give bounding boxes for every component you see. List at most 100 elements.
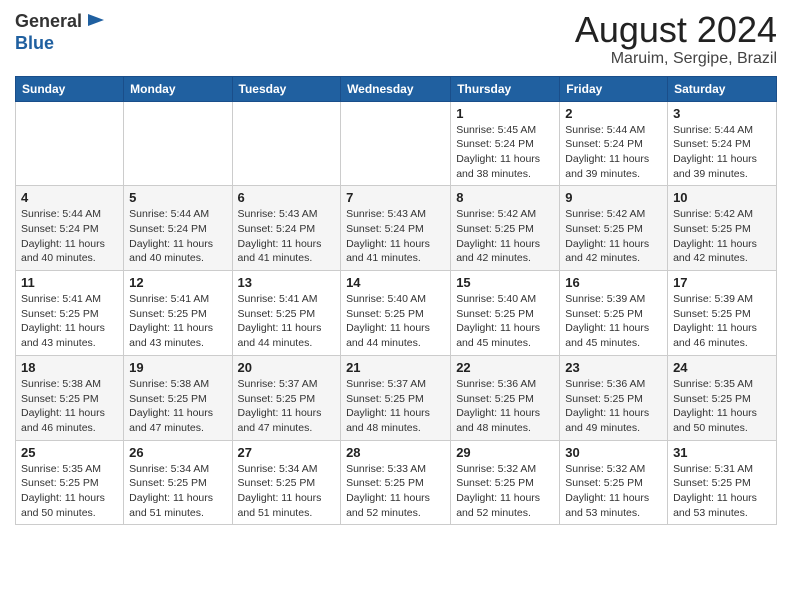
calendar-header-saturday: Saturday	[668, 76, 777, 101]
calendar-cell: 9 Sunrise: 5:42 AMSunset: 5:25 PMDaylight…	[560, 186, 668, 271]
day-info: Sunrise: 5:32 AMSunset: 5:25 PMDaylight:…	[456, 462, 554, 521]
day-info: Sunrise: 5:44 AMSunset: 5:24 PMDaylight:…	[673, 123, 771, 182]
calendar-cell: 17 Sunrise: 5:39 AMSunset: 5:25 PMDayligh…	[668, 271, 777, 356]
day-number: 9	[565, 190, 662, 205]
calendar-cell: 11 Sunrise: 5:41 AMSunset: 5:25 PMDayligh…	[16, 271, 124, 356]
calendar-cell: 13 Sunrise: 5:41 AMSunset: 5:25 PMDayligh…	[232, 271, 341, 356]
day-info: Sunrise: 5:37 AMSunset: 5:25 PMDaylight:…	[238, 377, 336, 436]
day-info: Sunrise: 5:36 AMSunset: 5:25 PMDaylight:…	[565, 377, 662, 436]
calendar-week-row: 18 Sunrise: 5:38 AMSunset: 5:25 PMDayligh…	[16, 355, 777, 440]
day-info: Sunrise: 5:41 AMSunset: 5:25 PMDaylight:…	[238, 292, 336, 351]
calendar-cell: 16 Sunrise: 5:39 AMSunset: 5:25 PMDayligh…	[560, 271, 668, 356]
day-info: Sunrise: 5:38 AMSunset: 5:25 PMDaylight:…	[129, 377, 226, 436]
calendar-subtitle: Maruim, Sergipe, Brazil	[575, 50, 777, 68]
day-number: 28	[346, 445, 445, 460]
calendar-header-monday: Monday	[124, 76, 232, 101]
calendar-cell: 25 Sunrise: 5:35 AMSunset: 5:25 PMDayligh…	[16, 440, 124, 525]
calendar-week-row: 1Sunrise: 5:45 AMSunset: 5:24 PMDaylight…	[16, 101, 777, 186]
calendar-cell: 14 Sunrise: 5:40 AMSunset: 5:25 PMDayligh…	[341, 271, 451, 356]
calendar-header-thursday: Thursday	[451, 76, 560, 101]
day-info: Sunrise: 5:35 AMSunset: 5:25 PMDaylight:…	[21, 462, 118, 521]
calendar-cell: 28 Sunrise: 5:33 AMSunset: 5:25 PMDayligh…	[341, 440, 451, 525]
day-info: Sunrise: 5:38 AMSunset: 5:25 PMDaylight:…	[21, 377, 118, 436]
day-info: Sunrise: 5:36 AMSunset: 5:25 PMDaylight:…	[456, 377, 554, 436]
day-number: 14	[346, 275, 445, 290]
calendar-cell: 30Sunrise: 5:32 AMSunset: 5:25 PMDayligh…	[560, 440, 668, 525]
calendar-cell: 24 Sunrise: 5:35 AMSunset: 5:25 PMDayligh…	[668, 355, 777, 440]
day-number: 6	[238, 190, 336, 205]
day-info: Sunrise: 5:45 AMSunset: 5:24 PMDaylight:…	[456, 123, 554, 182]
calendar-cell	[232, 101, 341, 186]
calendar-header-wednesday: Wednesday	[341, 76, 451, 101]
day-number: 10	[673, 190, 771, 205]
day-info: Sunrise: 5:31 AMSunset: 5:25 PMDaylight:…	[673, 462, 771, 521]
calendar-cell: 23Sunrise: 5:36 AMSunset: 5:25 PMDayligh…	[560, 355, 668, 440]
calendar-cell: 20Sunrise: 5:37 AMSunset: 5:25 PMDayligh…	[232, 355, 341, 440]
calendar-cell: 1Sunrise: 5:45 AMSunset: 5:24 PMDaylight…	[451, 101, 560, 186]
logo-blue-text: Blue	[15, 33, 54, 53]
day-number: 26	[129, 445, 226, 460]
calendar-cell: 10Sunrise: 5:42 AMSunset: 5:25 PMDayligh…	[668, 186, 777, 271]
day-info: Sunrise: 5:37 AMSunset: 5:25 PMDaylight:…	[346, 377, 445, 436]
day-number: 30	[565, 445, 662, 460]
calendar-cell: 21 Sunrise: 5:37 AMSunset: 5:25 PMDayligh…	[341, 355, 451, 440]
day-info: Sunrise: 5:44 AMSunset: 5:24 PMDaylight:…	[21, 207, 118, 266]
day-number: 25	[21, 445, 118, 460]
day-number: 11	[21, 275, 118, 290]
day-info: Sunrise: 5:42 AMSunset: 5:25 PMDaylight:…	[456, 207, 554, 266]
day-number: 31	[673, 445, 771, 460]
day-number: 22	[456, 360, 554, 375]
calendar-cell: 12 Sunrise: 5:41 AMSunset: 5:25 PMDayligh…	[124, 271, 232, 356]
calendar-header-row: SundayMondayTuesdayWednesdayThursdayFrid…	[16, 76, 777, 101]
day-info: Sunrise: 5:40 AMSunset: 5:25 PMDaylight:…	[456, 292, 554, 351]
title-block: August 2024 Maruim, Sergipe, Brazil	[575, 10, 777, 68]
day-info: Sunrise: 5:43 AMSunset: 5:24 PMDaylight:…	[346, 207, 445, 266]
calendar-cell: 31 Sunrise: 5:31 AMSunset: 5:25 PMDayligh…	[668, 440, 777, 525]
calendar-cell: 27 Sunrise: 5:34 AMSunset: 5:25 PMDayligh…	[232, 440, 341, 525]
calendar-cell: 7Sunrise: 5:43 AMSunset: 5:24 PMDaylight…	[341, 186, 451, 271]
calendar-cell	[341, 101, 451, 186]
calendar-cell: 26Sunrise: 5:34 AMSunset: 5:25 PMDayligh…	[124, 440, 232, 525]
calendar-week-row: 25 Sunrise: 5:35 AMSunset: 5:25 PMDayligh…	[16, 440, 777, 525]
day-number: 13	[238, 275, 336, 290]
day-number: 18	[21, 360, 118, 375]
day-info: Sunrise: 5:42 AMSunset: 5:25 PMDaylight:…	[565, 207, 662, 266]
day-number: 3	[673, 106, 771, 121]
day-info: Sunrise: 5:35 AMSunset: 5:25 PMDaylight:…	[673, 377, 771, 436]
day-number: 16	[565, 275, 662, 290]
day-number: 21	[346, 360, 445, 375]
day-number: 24	[673, 360, 771, 375]
day-info: Sunrise: 5:44 AMSunset: 5:24 PMDaylight:…	[565, 123, 662, 182]
day-info: Sunrise: 5:34 AMSunset: 5:25 PMDaylight:…	[238, 462, 336, 521]
logo-flag-icon	[84, 10, 108, 34]
header: General Blue August 2024 Maruim, Sergipe…	[15, 10, 777, 68]
day-number: 12	[129, 275, 226, 290]
day-number: 5	[129, 190, 226, 205]
calendar-cell: 3 Sunrise: 5:44 AMSunset: 5:24 PMDaylight…	[668, 101, 777, 186]
calendar-cell: 4Sunrise: 5:44 AMSunset: 5:24 PMDaylight…	[16, 186, 124, 271]
calendar-cell: 22 Sunrise: 5:36 AMSunset: 5:25 PMDayligh…	[451, 355, 560, 440]
day-info: Sunrise: 5:43 AMSunset: 5:24 PMDaylight:…	[238, 207, 336, 266]
day-number: 8	[456, 190, 554, 205]
day-info: Sunrise: 5:41 AMSunset: 5:25 PMDaylight:…	[21, 292, 118, 351]
calendar-cell	[124, 101, 232, 186]
day-info: Sunrise: 5:33 AMSunset: 5:25 PMDaylight:…	[346, 462, 445, 521]
calendar-header-sunday: Sunday	[16, 76, 124, 101]
calendar-title: August 2024	[575, 10, 777, 50]
day-info: Sunrise: 5:44 AMSunset: 5:24 PMDaylight:…	[129, 207, 226, 266]
day-number: 27	[238, 445, 336, 460]
day-number: 17	[673, 275, 771, 290]
calendar-table: SundayMondayTuesdayWednesdayThursdayFrid…	[15, 76, 777, 526]
day-info: Sunrise: 5:39 AMSunset: 5:25 PMDaylight:…	[565, 292, 662, 351]
calendar-header-tuesday: Tuesday	[232, 76, 341, 101]
calendar-cell: 8 Sunrise: 5:42 AMSunset: 5:25 PMDaylight…	[451, 186, 560, 271]
day-info: Sunrise: 5:41 AMSunset: 5:25 PMDaylight:…	[129, 292, 226, 351]
calendar-cell: 19 Sunrise: 5:38 AMSunset: 5:25 PMDayligh…	[124, 355, 232, 440]
calendar-cell: 2 Sunrise: 5:44 AMSunset: 5:24 PMDaylight…	[560, 101, 668, 186]
day-number: 29	[456, 445, 554, 460]
calendar-cell: 18 Sunrise: 5:38 AMSunset: 5:25 PMDayligh…	[16, 355, 124, 440]
day-info: Sunrise: 5:39 AMSunset: 5:25 PMDaylight:…	[673, 292, 771, 351]
day-number: 2	[565, 106, 662, 121]
day-info: Sunrise: 5:40 AMSunset: 5:25 PMDaylight:…	[346, 292, 445, 351]
day-number: 19	[129, 360, 226, 375]
